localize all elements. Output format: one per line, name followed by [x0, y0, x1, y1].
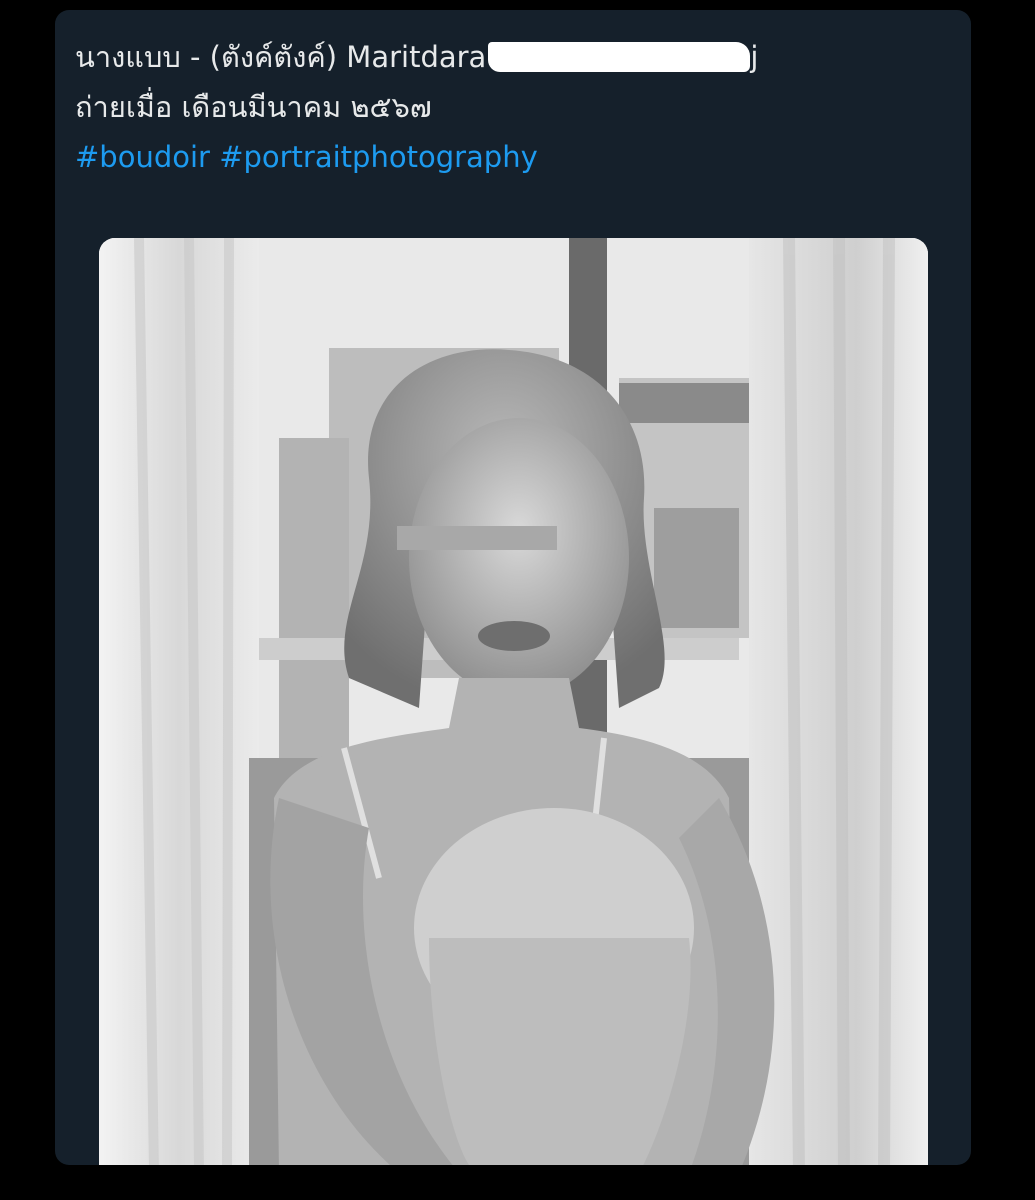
- caption-line-1: นางแบบ - (ตังค์ตังค์) Maritdara j: [75, 32, 931, 82]
- caption-name-tail: j: [750, 40, 759, 74]
- tweet-text: นางแบบ - (ตังค์ตังค์) Maritdara j ถ่ายเมื…: [75, 32, 931, 182]
- hashtag-portraitphotography[interactable]: #portraitphotography: [219, 140, 538, 174]
- photo-render: [99, 238, 928, 1165]
- caption-line-2: ถ่ายเมื่อ เดือนมีนาคม ๒๕๖๗: [75, 90, 432, 124]
- tweet-card: นางแบบ - (ตังค์ตังค์) Maritdara j ถ่ายเมื…: [55, 10, 971, 1165]
- hashtag-line: #boudoir #portraitphotography: [75, 132, 931, 182]
- redaction-mark: [488, 42, 751, 72]
- hashtag-boudoir[interactable]: #boudoir: [75, 140, 210, 174]
- post-photo[interactable]: [99, 238, 928, 1165]
- caption-model-name: นางแบบ - (ตังค์ตังค์) Maritdara: [75, 40, 487, 74]
